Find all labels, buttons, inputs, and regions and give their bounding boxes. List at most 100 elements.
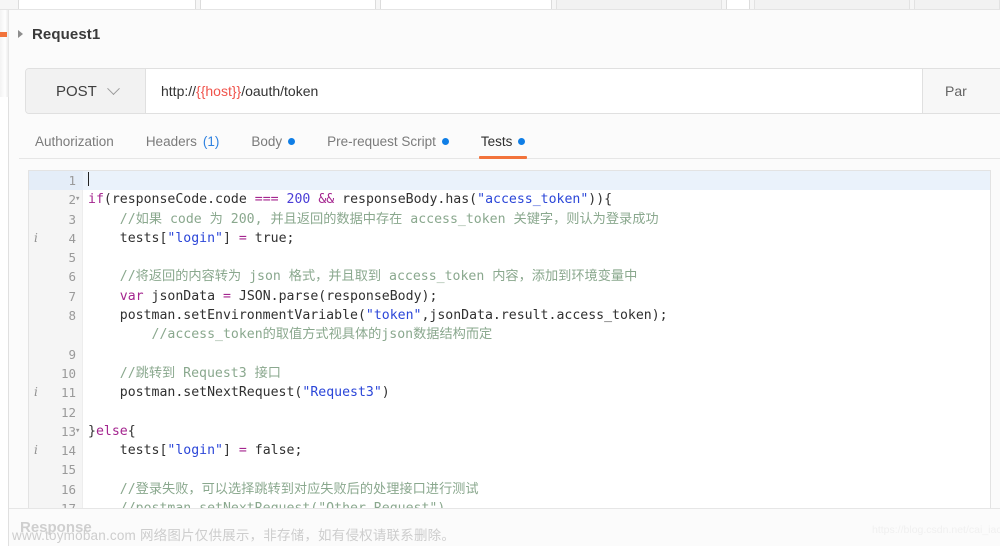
- tab-authorization[interactable]: Authorization: [19, 124, 130, 158]
- line-number: 8: [68, 308, 76, 324]
- code-token: postman.setEnvironmentVariable(: [88, 308, 366, 324]
- code-token: }: [88, 423, 96, 439]
- params-button[interactable]: Par: [922, 69, 1000, 113]
- code-token: {: [127, 423, 136, 439]
- params-button-label: Par: [945, 83, 967, 99]
- http-method-select[interactable]: POST: [26, 69, 146, 113]
- code-line[interactable]: 10 //跳转到 Request3 接口: [29, 364, 990, 383]
- code-token: //access_token的取值方式视具体的json数据结构而定: [88, 327, 493, 343]
- response-section: Response: [9, 508, 1000, 546]
- request-pane: Request1 POST http://{{host}}/oauth/toke…: [9, 10, 1000, 517]
- tab-active-underline: [478, 156, 528, 159]
- code-line-content: tests["login"] = false;: [88, 441, 303, 460]
- code-line[interactable]: 14 i tests["login"] = false;: [29, 441, 990, 460]
- tab-modified-dot-icon: [288, 137, 296, 145]
- code-line[interactable]: 16 //登录失败，可以选择跳转到对应失败后的处理接口进行测试: [29, 480, 990, 499]
- code-token: "Request3": [302, 385, 382, 401]
- code-token: tests[: [88, 230, 168, 246]
- chevron-down-icon[interactable]: [106, 81, 120, 95]
- tab-label: Headers: [145, 133, 197, 149]
- code-token: //登录失败，可以选择跳转到对应失败后的处理接口进行测试: [88, 481, 479, 497]
- line-number: 12: [60, 404, 76, 420]
- code-token: else: [95, 423, 128, 439]
- rail-active-marker: [0, 32, 7, 37]
- tab-stub-6[interactable]: [754, 0, 910, 9]
- code-line[interactable]: //access_token的取值方式视具体的json数据结构而定: [29, 325, 990, 344]
- code-token: ]: [222, 230, 239, 246]
- code-token: ): [381, 385, 390, 401]
- left-panel-edge: [0, 97, 9, 546]
- line-number: 3: [68, 211, 76, 227]
- code-line[interactable]: 15: [29, 460, 990, 479]
- code-line[interactable]: 6 //将返回的内容转为 json 格式，并且取到 access_token 内…: [29, 267, 990, 286]
- code-line[interactable]: 12: [29, 403, 990, 422]
- request-title-row[interactable]: Request1: [9, 18, 100, 50]
- line-number: 16: [60, 481, 76, 497]
- lint-info-icon[interactable]: i: [34, 441, 38, 460]
- code-token: var: [119, 288, 144, 304]
- code-token: jsonData: [143, 288, 223, 304]
- code-line-content: //access_token的取值方式视具体的json数据结构而定: [88, 325, 493, 344]
- tab-count-badge: (1): [202, 133, 220, 149]
- code-line-content: //登录失败，可以选择跳转到对应失败后的处理接口进行测试: [88, 480, 479, 499]
- tab-headers[interactable]: Headers (1): [130, 124, 236, 158]
- tab-stub-5[interactable]: [726, 0, 750, 9]
- http-method-label: POST: [56, 82, 97, 100]
- tab-stub-7[interactable]: [914, 0, 1000, 9]
- url-bar: POST http://{{host}}/oauth/token Par: [25, 68, 1000, 114]
- code-token: //跳转到 Request3 接口: [88, 365, 281, 381]
- code-line-content: //如果 code 为 200, 并且返回的数据中存在 access_token…: [88, 210, 659, 229]
- editor-code-rows[interactable]: 1 2 ▾ if(responseCode.code === 200 && respo…: [29, 171, 990, 516]
- request-tab-bar: Authorization Headers (1) Body Pre-request S…: [19, 124, 1000, 159]
- code-token: "login": [167, 230, 223, 246]
- code-line[interactable]: 4i tests["login"] = true;: [29, 229, 990, 248]
- line-number: 15: [60, 462, 76, 478]
- code-line-content: postman.setNextRequest("Request3"): [88, 383, 390, 402]
- tab-stub-4[interactable]: [556, 0, 722, 9]
- code-token: "access_token": [477, 192, 589, 208]
- tab-stub-2[interactable]: [200, 0, 376, 9]
- tab-label: Body: [251, 133, 283, 149]
- code-token: tests[: [88, 443, 168, 459]
- code-token: responseBody.has(: [334, 192, 478, 208]
- url-prefix: http://: [161, 83, 197, 99]
- tab-tests[interactable]: Tests: [465, 124, 542, 159]
- code-line[interactable]: 9: [29, 345, 990, 364]
- tab-pre-request-script[interactable]: Pre-request Script: [311, 124, 465, 158]
- response-section-label: Response: [20, 519, 92, 536]
- code-line[interactable]: 2 ▾ if(responseCode.code === 200 && respon…: [29, 190, 990, 209]
- tab-stub-3[interactable]: [380, 0, 552, 9]
- code-token: (responseCode.code: [103, 192, 255, 208]
- code-line-content: if(responseCode.code === 200 && response…: [88, 190, 612, 209]
- code-line[interactable]: 5: [29, 248, 990, 267]
- code-line-content: }else{: [88, 422, 136, 441]
- lint-info-icon[interactable]: i: [34, 229, 38, 248]
- code-line[interactable]: 7 var jsonData = JSON.parse(responseBody…: [29, 287, 990, 306]
- code-line[interactable]: 1: [29, 171, 990, 191]
- chevron-right-icon[interactable]: [18, 30, 23, 38]
- tab-stub-1[interactable]: [18, 0, 196, 9]
- code-line-content: [88, 171, 89, 190]
- code-line-content: //将返回的内容转为 json 格式，并且取到 access_token 内容，…: [88, 267, 638, 286]
- tests-code-editor[interactable]: 1 2 ▾ if(responseCode.code === 200 && respo…: [28, 170, 991, 517]
- code-line[interactable]: 3 //如果 code 为 200, 并且返回的数据中存在 access_tok…: [29, 210, 990, 229]
- code-token: "token": [365, 308, 422, 324]
- code-line[interactable]: 13 ▾}else{: [29, 422, 990, 441]
- code-token: 200: [286, 192, 311, 208]
- code-token: JSON.parse(responseBody);: [230, 288, 438, 304]
- page-title: Request1: [32, 25, 101, 43]
- url-input[interactable]: http://{{host}}/oauth/token: [146, 69, 922, 113]
- code-line[interactable]: 8 postman.setEnvironmentVariable("token"…: [29, 306, 990, 325]
- code-token: "login": [167, 443, 223, 459]
- line-number: 9: [68, 346, 76, 362]
- code-token: false;: [246, 443, 303, 459]
- code-token: &&: [318, 192, 335, 208]
- lint-info-icon[interactable]: i: [34, 383, 38, 402]
- code-token: ===: [254, 192, 279, 208]
- code-line-content: postman.setEnvironmentVariable("token",j…: [88, 306, 668, 325]
- code-line[interactable]: 11 i postman.setNextRequest("Request3"): [29, 383, 990, 402]
- tab-body[interactable]: Body: [235, 124, 311, 158]
- code-token: //将返回的内容转为 json 格式，并且取到 access_token 内容，…: [88, 269, 638, 285]
- line-number: 7: [68, 288, 76, 304]
